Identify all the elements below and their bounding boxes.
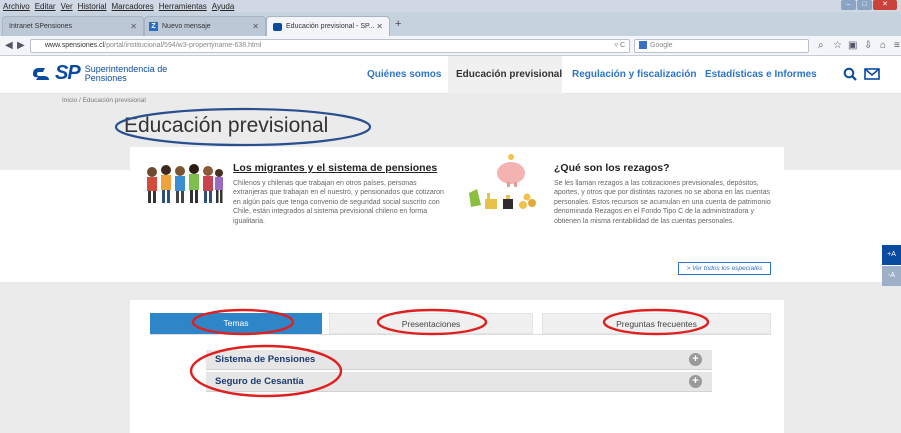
minimize-button[interactable]: – <box>841 0 856 10</box>
accordion-seguro-cesantia[interactable]: Seguro de Cesantía + <box>206 372 712 392</box>
logo-name-line2: Pensiones <box>84 72 127 83</box>
migrants-illustration-icon <box>147 164 223 203</box>
tab-presentaciones[interactable]: Presentaciones <box>329 313 533 334</box>
browser-search-field[interactable]: Google <box>634 39 809 53</box>
tab-divider <box>150 334 771 335</box>
site-search-icon[interactable] <box>843 67 857 81</box>
close-tab-icon[interactable]: ✕ <box>130 22 137 31</box>
accordion-sistema-pensiones[interactable]: Sistema de Pensiones + <box>206 350 712 370</box>
accordion-label: Sistema de Pensiones <box>215 354 316 365</box>
page-title: Educación previsional <box>124 114 329 137</box>
reload-icon[interactable]: ▿ C <box>614 40 625 52</box>
expand-plus-icon[interactable]: + <box>689 375 702 388</box>
browser-tabstrip: Intranet SPensiones ✕ Z Nuevo mensaje ✕ … <box>0 12 901 36</box>
see-all-specials-button[interactable]: > Ver todos los especiales <box>678 262 771 275</box>
site-logo[interactable]: SP Superintendencia de Pensiones <box>30 62 167 85</box>
nav-educacion-previsional[interactable]: Educación previsional <box>456 69 562 80</box>
menu-marcadores[interactable]: Marcadores <box>112 2 154 11</box>
menu-historial[interactable]: Historial <box>78 2 107 11</box>
special-migrantes-text: Chilenos y chilenas que trabajan en otro… <box>233 180 444 225</box>
url-path: /portal/institucional/594/w3-propertynam… <box>104 42 262 49</box>
tab-title: Nuevo mensaje <box>162 23 211 30</box>
mail-icon[interactable] <box>864 68 880 80</box>
search-icon[interactable]: ⌕ <box>818 40 824 51</box>
maximize-button[interactable]: □ <box>857 0 872 10</box>
logo-emblem-icon <box>33 67 49 80</box>
search-placeholder: Google <box>650 42 673 49</box>
logo-name: Superintendencia de Pensiones <box>84 64 168 83</box>
menu-archivo[interactable]: Archivo <box>3 2 30 11</box>
special-rezagos-title[interactable]: ¿Qué son los rezagos? <box>554 162 670 174</box>
site-header: SP Superintendencia de Pensiones Quiénes… <box>0 56 901 94</box>
bookmark-star-icon[interactable]: ☆ <box>833 40 842 51</box>
back-arrow-icon[interactable]: ◀ <box>5 40 13 51</box>
mail-icon: Z <box>149 22 158 31</box>
library-icon[interactable]: ▣ <box>848 40 857 51</box>
download-icon[interactable]: ⇩ <box>864 40 872 51</box>
browser-tab-nuevo-mensaje[interactable]: Z Nuevo mensaje ✕ <box>144 16 266 36</box>
menu-editar[interactable]: Editar <box>35 2 56 11</box>
browser-tab-intranet[interactable]: Intranet SPensiones ✕ <box>2 16 144 36</box>
increase-font-button[interactable]: +A <box>882 245 901 265</box>
window-controls: – □ ✕ <box>841 0 897 12</box>
special-migrantes-title[interactable]: Los migrantes y el sistema de pensiones <box>233 162 437 174</box>
forward-arrow-icon[interactable]: ▶ <box>17 40 25 51</box>
site-favicon-icon <box>273 22 282 31</box>
tab-preguntas-frecuentes[interactable]: Preguntas frecuentes <box>542 313 771 334</box>
expand-plus-icon[interactable]: + <box>689 353 702 366</box>
search-engine-icon <box>639 41 647 50</box>
tab-title: Educación previsional - SP... <box>286 23 375 30</box>
nav-quienes-somos[interactable]: Quiénes somos <box>367 69 441 80</box>
breadcrumb: Inicio / Educación previsional <box>62 97 146 104</box>
menu-ver[interactable]: Ver <box>61 2 73 11</box>
browser-tab-educacion[interactable]: Educación previsional - SP... ✕ <box>266 16 390 36</box>
menu-ayuda[interactable]: Ayuda <box>212 2 235 11</box>
menu-icon[interactable]: ≡ <box>894 40 900 51</box>
nav-regulacion-fiscalizacion[interactable]: Regulación y fiscalización <box>572 69 696 80</box>
piggy-bank-illustration-icon <box>469 154 536 209</box>
nav-estadisticas-informes[interactable]: Estadísticas e Informes <box>705 69 817 80</box>
close-window-button[interactable]: ✕ <box>873 0 897 10</box>
close-tab-icon[interactable]: ✕ <box>376 22 383 31</box>
new-tab-button[interactable]: + <box>395 18 401 30</box>
url-domain: www.spensiones.cl <box>45 42 105 49</box>
tab-title: Intranet SPensiones <box>9 23 73 30</box>
close-tab-icon[interactable]: ✕ <box>252 22 259 31</box>
browser-menubar: Archivo Editar Ver Historial Marcadores … <box>0 0 901 12</box>
address-bar[interactable]: www.spensiones.cl/portal/institucional/5… <box>30 39 630 53</box>
accordion-label: Seguro de Cesantía <box>215 376 304 387</box>
tab-temas[interactable]: Temas <box>150 313 322 334</box>
home-icon[interactable]: ⌂ <box>880 40 886 51</box>
browser-navbar: ◀ ▶ www.spensiones.cl/portal/institucion… <box>0 36 901 56</box>
menu-herramientas[interactable]: Herramientas <box>159 2 207 11</box>
special-rezagos-text: Se les llaman rezagos a las cotizaciones… <box>554 180 771 225</box>
logo-mark: SP <box>55 62 81 84</box>
decrease-font-button[interactable]: -A <box>882 266 901 286</box>
